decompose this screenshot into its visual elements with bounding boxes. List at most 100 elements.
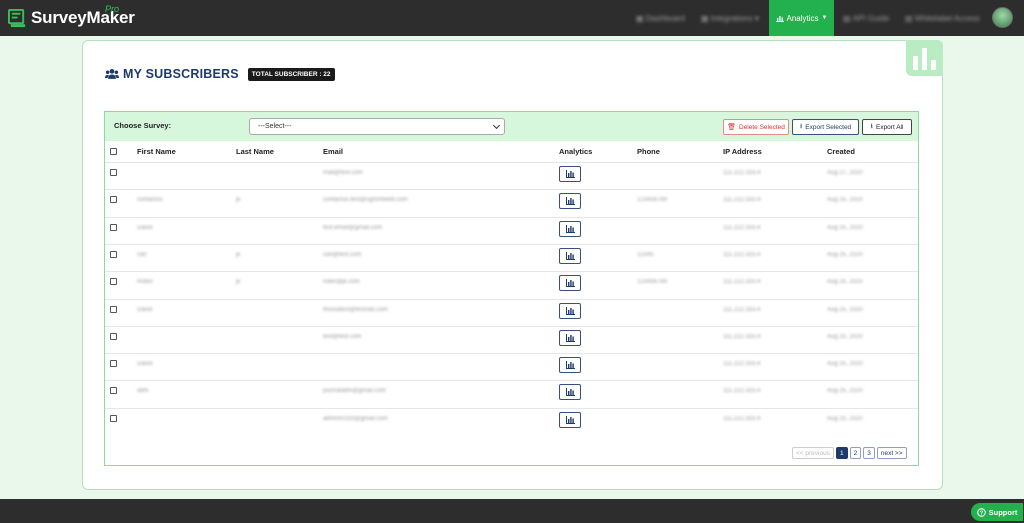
delete-selected-label: Delete Selected [739, 123, 785, 131]
nav-integrations[interactable]: ▦ Integrations ▾ [701, 0, 759, 36]
chevron-down-icon [492, 121, 501, 130]
created-cell: Aug 25, 2020 [827, 306, 863, 313]
page-3-button[interactable]: 3 [863, 447, 875, 459]
header-phone: Phone [637, 147, 660, 156]
svg-text:?: ? [979, 510, 983, 516]
analytics-button[interactable] [559, 357, 581, 374]
row-checkbox[interactable] [110, 278, 117, 286]
nav-api-guide[interactable]: ▤ API Guide [843, 0, 889, 36]
header-email: Email [323, 147, 344, 156]
export-all-label: Export All [875, 123, 904, 131]
tag-icon: ▤ [905, 13, 915, 23]
analytics-button[interactable] [559, 384, 581, 401]
row-checkbox[interactable] [110, 387, 117, 395]
row-checkbox[interactable] [110, 223, 117, 231]
row-divider [105, 353, 918, 355]
row-divider [105, 162, 918, 163]
email-cell: mail@test.com [323, 170, 363, 176]
row-divider [105, 216, 918, 218]
email-cell: robin@jk.com [323, 279, 360, 286]
header-analytics: Analytics [559, 147, 593, 156]
row-checkbox[interactable] [110, 169, 117, 176]
page-1-button[interactable]: 1 [835, 447, 848, 459]
ip-address-cell: 111.222.333.4 [723, 197, 761, 204]
created-cell: Aug 25, 2020 [827, 251, 863, 258]
footer-bar [0, 499, 1024, 523]
select-all-checkbox[interactable] [110, 148, 117, 155]
row-divider [105, 407, 918, 409]
analytics-button[interactable] [559, 411, 581, 428]
nav-whitelabel-label: Whitelabel Access [914, 13, 980, 23]
user-avatar[interactable] [992, 7, 1013, 28]
bar-chart-icon [565, 170, 575, 178]
total-subscriber-badge: TOTAL SUBSCRIBER : 22 [247, 67, 335, 81]
export-selected-button[interactable]: ⭳ Export Selected [792, 119, 859, 135]
row-checkbox[interactable] [110, 305, 117, 313]
phone-cell: 123456789 [637, 279, 668, 286]
download-icon: ⭳ [870, 122, 873, 130]
bar-chart-icon [565, 333, 575, 342]
phone-cell: 12345 [637, 251, 654, 258]
bar-chart-icon [565, 415, 575, 424]
nav-integrations-label: Integrations [710, 13, 753, 23]
document-icon: ▤ [843, 13, 853, 23]
created-cell: Aug 25, 2020 [827, 279, 863, 286]
row-divider [105, 243, 918, 245]
first-name-cell: can [137, 251, 147, 258]
integrations-icon: ▦ [701, 13, 711, 23]
nav-dashboard[interactable]: ▦ Dashboard [636, 0, 685, 36]
nav-api-label: API Guide [852, 13, 890, 23]
email-cell: thisisatest@testsite.com [323, 306, 388, 313]
next-page-button[interactable]: next >> [876, 447, 907, 459]
ip-address-cell: 111.222.333.4 [723, 361, 761, 368]
header-first-name: First Name [137, 147, 176, 156]
page-title: MY SUBSCRIBERS [123, 67, 239, 81]
survey-select-value: ---Select--- [258, 123, 292, 130]
chevron-down-icon: ▼ [821, 15, 828, 21]
analytics-button[interactable] [559, 166, 581, 182]
header-created: Created [827, 147, 855, 156]
nav-whitelabel[interactable]: ▤ Whitelabel Access [905, 0, 980, 36]
row-divider [105, 271, 918, 273]
choose-survey-label: Choose Survey: [114, 121, 172, 130]
analytics-button[interactable] [559, 220, 581, 237]
question-circle-icon: ? [976, 507, 986, 517]
survey-select[interactable]: ---Select--- [249, 118, 505, 135]
app-logo[interactable]: SurveyMaker Pro [8, 4, 135, 30]
email-cell: abhimm193@gmail.com [323, 415, 388, 422]
dashboard-icon: ▦ [636, 13, 646, 23]
app-name: SurveyMaker [31, 8, 135, 27]
page-2-button[interactable]: 2 [849, 447, 862, 459]
last-name-cell: jk [236, 251, 241, 258]
support-button[interactable]: ? Support [971, 503, 1023, 521]
analytics-button[interactable] [559, 329, 581, 346]
bar-chart-icon [565, 251, 575, 260]
first-name-cell: Robin [137, 279, 153, 286]
previous-page-button[interactable]: << previous [792, 447, 834, 459]
row-divider [105, 189, 918, 191]
last-name-cell: jk [236, 279, 241, 286]
first-name-cell: contactus [137, 197, 163, 204]
row-checkbox[interactable] [110, 250, 117, 258]
first-name-cell: David [137, 306, 153, 313]
nav-analytics[interactable]: Analytics ▼ [769, 0, 834, 36]
analytics-button[interactable] [559, 302, 581, 319]
created-cell: Aug 25, 2020 [827, 197, 863, 204]
decorative-chart-icon [906, 40, 943, 76]
delete-selected-button[interactable]: 🗑 Delete Selected [723, 119, 789, 135]
row-checkbox[interactable] [110, 414, 117, 422]
ip-address-cell: 111.222.333.4 [723, 224, 761, 231]
ip-address-cell: 111.222.333.4 [723, 306, 761, 313]
row-checkbox[interactable] [110, 196, 117, 204]
analytics-button[interactable] [559, 193, 581, 210]
header-last-name: Last Name [236, 147, 274, 156]
row-checkbox[interactable] [110, 360, 117, 368]
row-checkbox[interactable] [110, 332, 117, 340]
row-divider [105, 380, 918, 382]
subscribers-panel: Choose Survey: ---Select--- 🗑 Delete Sel… [104, 111, 919, 466]
row-divider [105, 298, 918, 300]
export-all-button[interactable]: ⭳ Export All [862, 119, 912, 135]
first-name-cell: abhi [137, 388, 149, 395]
analytics-button[interactable] [559, 247, 581, 264]
analytics-button[interactable] [559, 275, 581, 292]
